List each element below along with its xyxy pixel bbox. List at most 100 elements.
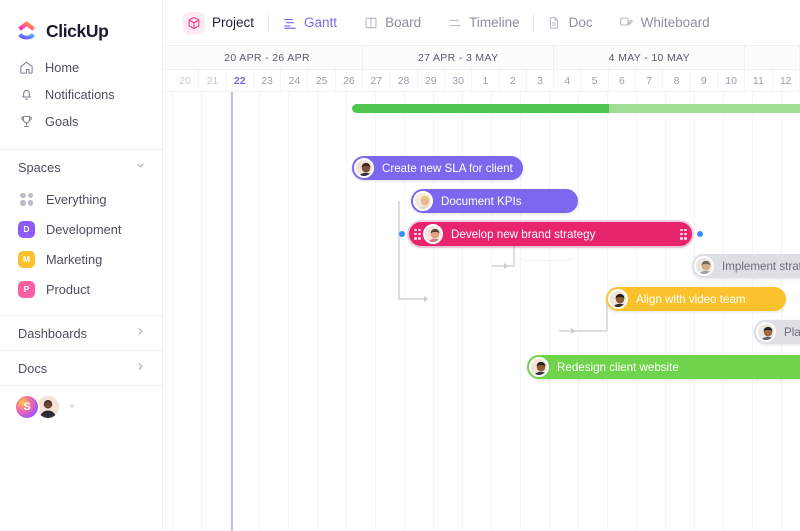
grid-line xyxy=(549,92,550,531)
grid-line xyxy=(636,92,637,531)
week-label xyxy=(745,46,800,70)
day-cell[interactable]: 11 xyxy=(745,70,772,92)
day-cell[interactable]: 30 xyxy=(445,70,472,92)
grid-line xyxy=(723,92,724,531)
task-bar[interactable]: Create new SLA for client xyxy=(352,156,523,180)
assignee-avatar[interactable] xyxy=(694,256,714,276)
sidebar-item-label: Marketing xyxy=(46,252,102,267)
day-cell[interactable]: 8 xyxy=(663,70,690,92)
day-cell[interactable]: 25 xyxy=(308,70,335,92)
day-cell[interactable]: 23 xyxy=(254,70,281,92)
user-account-row[interactable]: S xyxy=(0,386,162,428)
tab-whiteboard[interactable]: Whiteboard xyxy=(606,0,723,46)
assignee-avatar[interactable] xyxy=(608,289,628,309)
sidebar-item-docs[interactable]: Docs xyxy=(0,351,162,385)
whiteboard-icon xyxy=(619,15,634,30)
task-bar[interactable]: Develop new brand strategy xyxy=(409,222,692,246)
day-cell[interactable]: 29 xyxy=(418,70,445,92)
bell-icon xyxy=(18,87,34,103)
task-bar[interactable]: Align with video team xyxy=(606,287,786,311)
day-cell[interactable]: 9 xyxy=(691,70,718,92)
cube-icon xyxy=(183,12,205,34)
sidebar-item-marketing[interactable]: M Marketing xyxy=(0,244,162,274)
tab-project[interactable]: Project xyxy=(177,0,268,46)
resize-handle-left[interactable] xyxy=(414,229,421,240)
chevron-right-icon[interactable] xyxy=(135,361,146,375)
space-avatar: P xyxy=(18,281,35,298)
day-cell[interactable]: 12 xyxy=(773,70,800,92)
resize-handle-right[interactable] xyxy=(680,229,687,240)
day-cell[interactable]: 24 xyxy=(281,70,308,92)
day-cell[interactable]: 7 xyxy=(636,70,663,92)
task-name: Develop new brand strategy xyxy=(451,228,607,241)
task-name: Implement strategy in email campaign xyxy=(722,260,800,273)
sidebar-item-development[interactable]: D Development xyxy=(0,214,162,244)
sidebar-item-label: Docs xyxy=(18,361,47,376)
tab-gantt[interactable]: Gantt xyxy=(269,0,350,46)
tab-label: Board xyxy=(385,15,421,30)
chevron-down-icon[interactable] xyxy=(135,160,146,174)
day-cell[interactable]: 3 xyxy=(527,70,554,92)
brand-logo[interactable]: ClickUp xyxy=(0,0,162,46)
workspace-avatar[interactable]: S xyxy=(14,394,40,420)
chevron-right-icon[interactable] xyxy=(135,326,146,340)
assignee-avatar[interactable] xyxy=(756,322,776,342)
day-cell[interactable]: 21 xyxy=(199,70,226,92)
assignee-avatar[interactable] xyxy=(529,357,549,377)
day-cell[interactable]: 5 xyxy=(581,70,608,92)
assignee-avatar[interactable] xyxy=(423,224,443,244)
board-icon xyxy=(363,15,378,30)
day-cell[interactable]: 27 xyxy=(363,70,390,92)
task-name: Redesign client website xyxy=(557,361,691,374)
task-bar[interactable]: Implement strategy in email campaign xyxy=(692,254,800,278)
dependency-dot-right[interactable] xyxy=(697,231,703,237)
grid-line xyxy=(752,92,753,531)
gantt-chart-area[interactable]: Create new SLA for client Document KPIs De… xyxy=(163,92,800,531)
sidebar-item-everything[interactable]: Everything xyxy=(0,184,162,214)
task-name: Plan new TV ad campaign xyxy=(784,326,800,339)
sidebar-item-goals[interactable]: Goals xyxy=(0,108,162,135)
today-line xyxy=(231,92,233,531)
day-cell[interactable]: 10 xyxy=(718,70,745,92)
task-bar[interactable]: Document KPIs xyxy=(411,189,578,213)
spaces-section-header[interactable]: Spaces xyxy=(0,150,162,184)
week-label: 20 APR - 26 APR xyxy=(172,46,363,70)
tab-board[interactable]: Board xyxy=(350,0,434,46)
tab-doc[interactable]: Doc xyxy=(534,0,606,46)
sidebar-item-label: Home xyxy=(45,60,79,75)
task-name: Document KPIs xyxy=(441,195,534,208)
view-tabbar: Project Gantt Board xyxy=(163,0,800,46)
assignee-avatar[interactable] xyxy=(413,191,433,211)
day-cell[interactable]: 28 xyxy=(390,70,417,92)
week-label: 4 MAY - 10 MAY xyxy=(554,46,745,70)
day-cell[interactable]: 20 xyxy=(172,70,199,92)
sidebar-item-label: Notifications xyxy=(45,87,115,102)
day-cell[interactable]: 22 xyxy=(227,70,254,92)
day-cell[interactable]: 1 xyxy=(472,70,499,92)
task-bar[interactable]: Redesign client website xyxy=(527,355,800,379)
day-cell[interactable]: 4 xyxy=(554,70,581,92)
sidebar-item-notifications[interactable]: Notifications xyxy=(0,81,162,108)
day-cell[interactable]: 26 xyxy=(336,70,363,92)
day-cell[interactable]: 6 xyxy=(609,70,636,92)
timeline-header: 20 APR - 26 APR27 APR - 3 MAY4 MAY - 10 … xyxy=(163,46,800,92)
tab-label: Whiteboard xyxy=(641,15,710,30)
tab-timeline[interactable]: Timeline xyxy=(434,0,533,46)
trophy-icon xyxy=(18,114,34,130)
sidebar-item-product[interactable]: P Product xyxy=(0,274,162,304)
task-bar[interactable]: Plan new TV ad campaign xyxy=(754,320,800,344)
sidebar-item-home[interactable]: Home xyxy=(0,54,162,81)
project-rollup-bar[interactable] xyxy=(352,104,800,113)
day-cell[interactable]: 2 xyxy=(500,70,527,92)
task-name: Align with video team xyxy=(636,293,758,306)
grid-line xyxy=(578,92,579,531)
chevron-down-icon[interactable] xyxy=(68,402,76,412)
gantt-icon xyxy=(282,15,297,30)
sidebar-item-dashboards[interactable]: Dashboards xyxy=(0,316,162,350)
grid-line xyxy=(317,92,318,531)
assignee-avatar[interactable] xyxy=(354,158,374,178)
sidebar-item-label: Product xyxy=(46,282,90,297)
grid-line xyxy=(346,92,347,531)
dependency-dot-left[interactable] xyxy=(399,231,405,237)
grid-line xyxy=(172,92,173,531)
